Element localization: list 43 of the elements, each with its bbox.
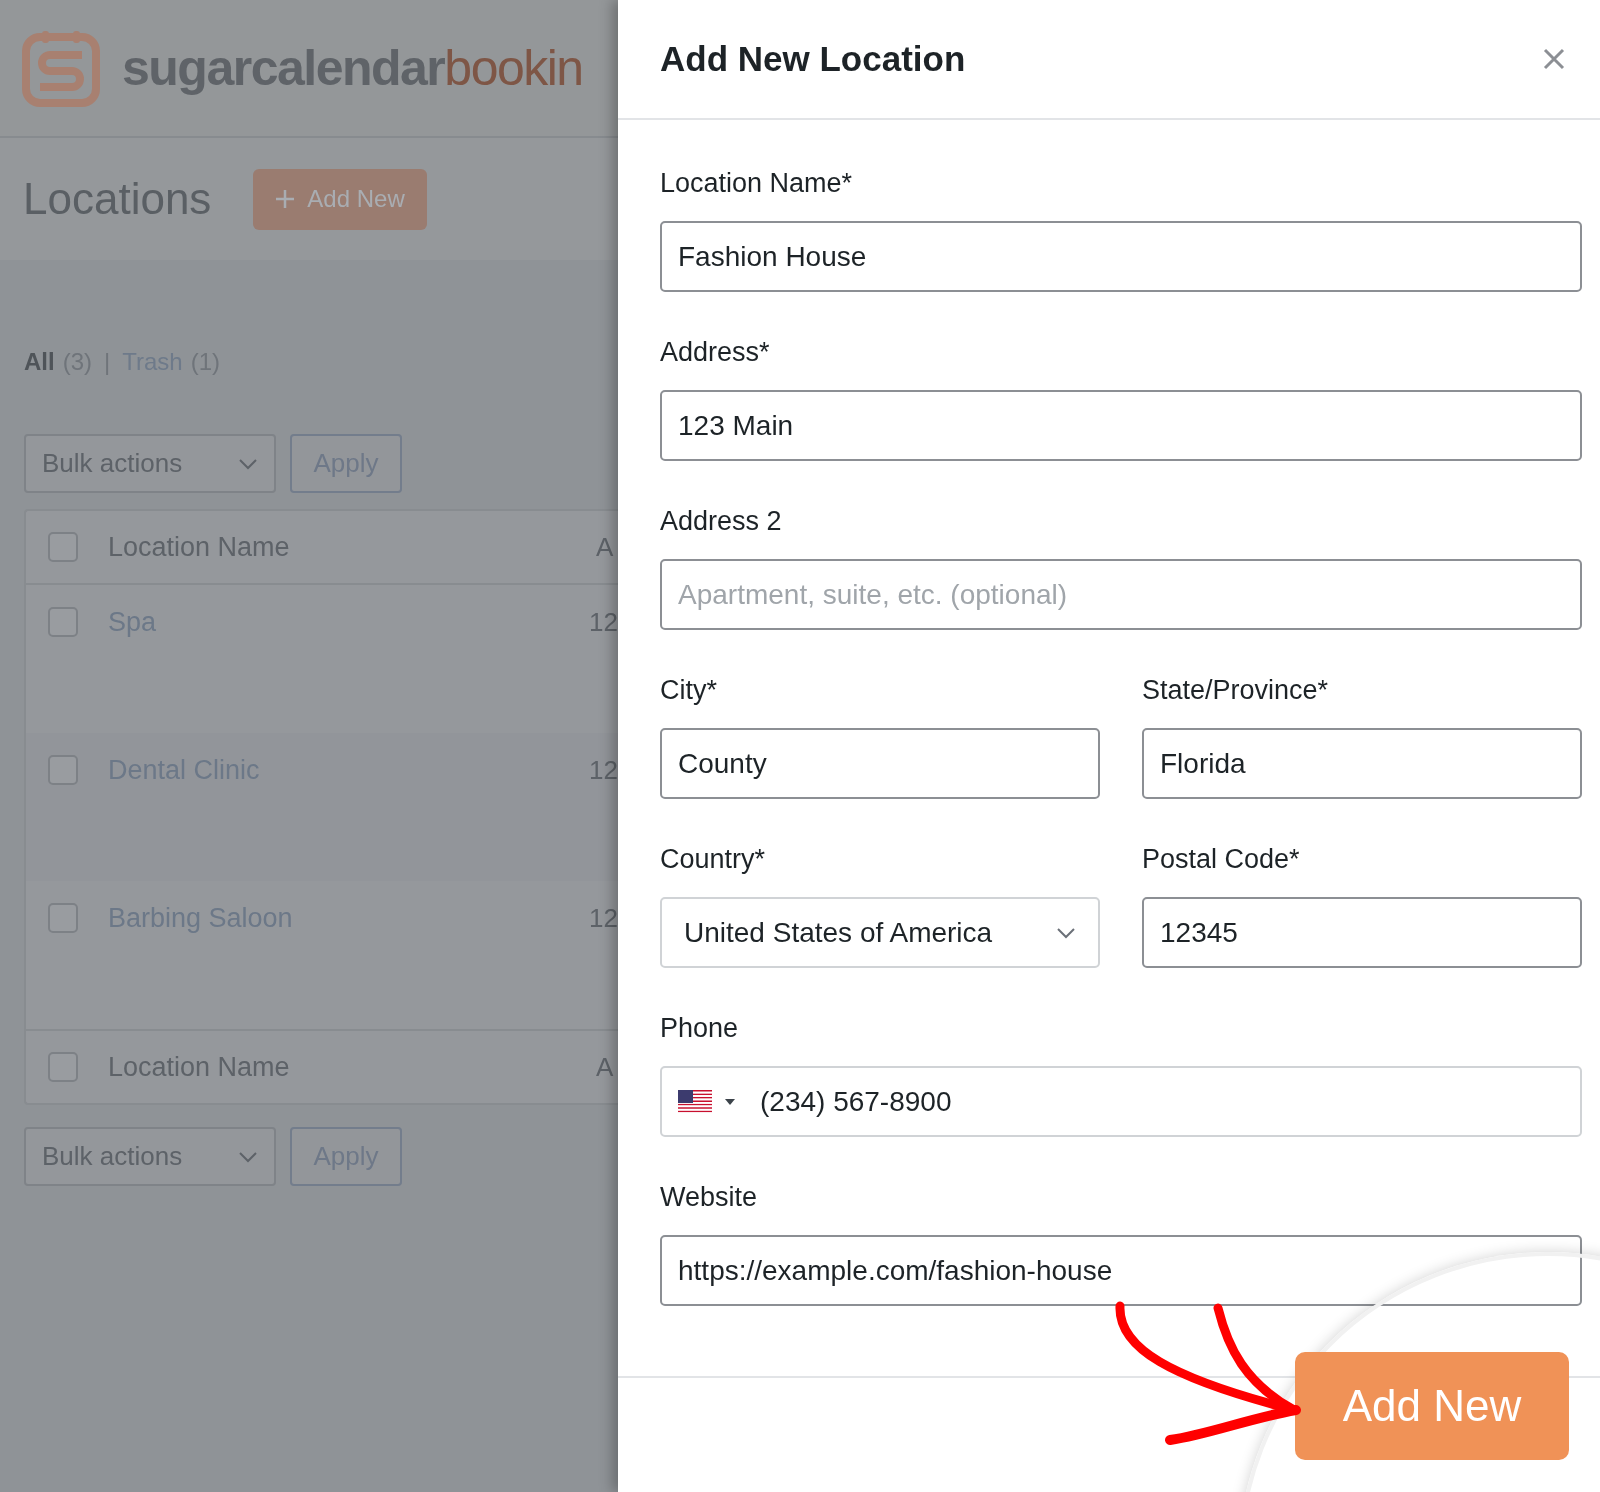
field-label: Address* bbox=[660, 336, 771, 369]
checkbox[interactable] bbox=[48, 903, 78, 933]
field-label: City* bbox=[660, 674, 718, 707]
input-field[interactable]: Fashion House bbox=[660, 221, 1582, 292]
checkbox[interactable] bbox=[48, 1052, 78, 1082]
input-field[interactable]: https://example.com/fashion-house bbox=[660, 1235, 1582, 1306]
column-header[interactable]: Location Name bbox=[108, 531, 596, 563]
close-icon[interactable] bbox=[1542, 47, 1566, 71]
table-cell: 12 bbox=[589, 607, 618, 638]
input-field[interactable]: Apartment, suite, etc. (optional) bbox=[660, 559, 1582, 630]
caret-icon[interactable] bbox=[724, 1097, 736, 1106]
input-field[interactable]: Florida bbox=[1142, 728, 1582, 799]
page-title: Locations bbox=[23, 174, 212, 224]
column-header[interactable]: A bbox=[596, 1051, 614, 1083]
field-label: Website bbox=[660, 1181, 759, 1214]
chevron-down-icon bbox=[238, 1150, 258, 1163]
column-header[interactable]: A bbox=[596, 531, 614, 563]
add-new-button[interactable]: Add New bbox=[253, 168, 427, 230]
field-label: Postal Code* bbox=[1142, 843, 1301, 876]
field-label: Address 2 bbox=[660, 505, 783, 538]
country-select[interactable]: United States of America bbox=[660, 897, 1100, 968]
checkbox[interactable] bbox=[48, 755, 78, 785]
chevron-down-icon bbox=[1056, 926, 1076, 939]
calendar-logo-icon bbox=[22, 29, 100, 107]
field-label: Phone bbox=[660, 1012, 740, 1045]
drawer-title: Add New Location bbox=[660, 39, 966, 79]
field-label: State/Province* bbox=[1142, 674, 1330, 707]
phone-input[interactable]: (234) 567-8900 bbox=[760, 1085, 1564, 1118]
separator-text: | bbox=[104, 348, 111, 376]
plus-icon bbox=[275, 189, 296, 209]
add-new-button[interactable]: Add New bbox=[1295, 1352, 1569, 1460]
checkbox[interactable] bbox=[48, 607, 78, 637]
chevron-down-icon bbox=[238, 457, 258, 470]
input-field[interactable]: 123 Main bbox=[660, 390, 1582, 461]
input-field[interactable]: 12345 bbox=[1142, 897, 1582, 968]
phone-field[interactable]: (234) 567-8900 bbox=[660, 1066, 1582, 1137]
input-field[interactable]: County bbox=[660, 728, 1100, 799]
field-label: Location Name* bbox=[660, 167, 854, 200]
field-label: Country* bbox=[660, 843, 767, 876]
checkbox[interactable] bbox=[48, 532, 78, 562]
table-cell: 12 bbox=[589, 903, 618, 934]
column-header[interactable]: Location Name bbox=[108, 1051, 596, 1083]
flag-icon bbox=[678, 1089, 712, 1114]
